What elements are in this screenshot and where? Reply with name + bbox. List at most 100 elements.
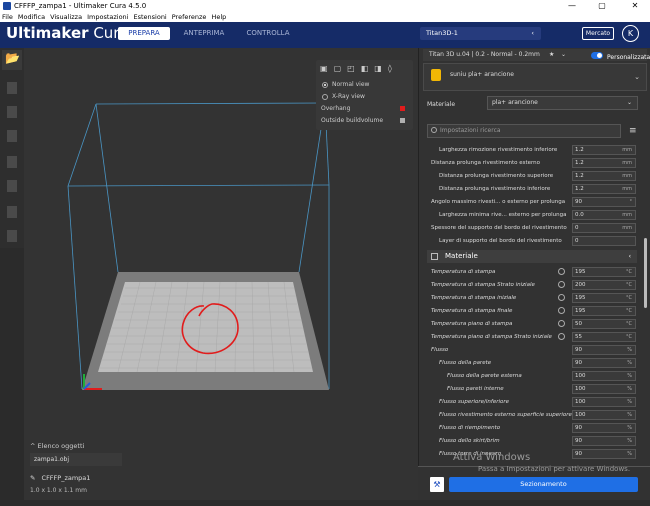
setting-value-field[interactable]: 1.2 mm (572, 184, 636, 194)
setting-value-field[interactable]: 0 (572, 236, 636, 246)
front-view-icon[interactable]: ▢ (334, 64, 342, 73)
setting-value-field[interactable]: 0.0 mm (572, 210, 636, 220)
custom-mode-toggle[interactable] (591, 52, 603, 59)
setting-row: Temperatura di stampa Strato iniziale 200… (427, 279, 637, 291)
setting-value-field[interactable]: 50 °C (572, 319, 636, 329)
linked-setting-icon[interactable] (558, 307, 565, 314)
auto-slice-settings-icon[interactable]: ⚒ (430, 477, 444, 492)
object-list-item[interactable]: zampa1.obj (30, 453, 122, 466)
scale-tool[interactable] (2, 102, 22, 122)
setting-value-field[interactable]: 1.2 mm (572, 145, 636, 155)
menu-modifica[interactable]: Modifica (18, 13, 45, 21)
tab-anteprima[interactable]: ANTEPRIMA (178, 27, 230, 40)
chevron-icon: ‹ (628, 253, 631, 260)
setting-row: Flusso di riempimento 90% (427, 422, 637, 434)
support-blocker-tool[interactable] (2, 202, 22, 222)
move-tool[interactable] (2, 78, 22, 98)
linked-setting-icon[interactable] (558, 320, 565, 327)
menu-file[interactable]: File (2, 13, 13, 21)
tab-controlla[interactable]: CONTROLLA (240, 27, 296, 40)
setting-value: 1.2 (575, 186, 584, 192)
app-header: Ultimaker Cura PREPARA ANTEPRIMA CONTROL… (0, 22, 650, 44)
slice-button[interactable]: Sezionamento (449, 477, 638, 492)
tab-prepara[interactable]: PREPARA (118, 27, 170, 40)
top-view-icon[interactable]: ◰ (347, 64, 355, 73)
setting-value-field[interactable]: 0 mm (572, 223, 636, 233)
setting-unit: ° (629, 199, 633, 205)
setting-value-field[interactable]: 90 ° (572, 197, 636, 207)
setting-row: Distanza prolunga rivestimento superiore… (427, 170, 637, 182)
chevron-left-icon: ‹ (531, 29, 534, 37)
setting-value-field[interactable]: 1.2 mm (572, 171, 636, 181)
setting-value-field[interactable]: 90% (572, 345, 636, 355)
close-button[interactable]: ✕ (625, 0, 645, 12)
material-dropdown[interactable]: pla+ arancione ⌄ (487, 96, 638, 110)
setting-value-field[interactable]: 195 °C (572, 293, 636, 303)
settings-scrollbar[interactable] (644, 238, 647, 308)
mirror-tool[interactable] (2, 152, 22, 172)
menu-visualizza[interactable]: Visualizza (50, 13, 82, 21)
print-profile-selector[interactable]: Titan 3D u.04 | 0.2 - Normal - 0.2mm ★ ⌄… (423, 49, 650, 61)
setting-unit: °C (626, 269, 632, 275)
search-icon (431, 127, 437, 133)
setting-value: 100 (575, 399, 586, 405)
setting-label: Angolo massimo rivesti... o esterno per … (431, 199, 566, 205)
setting-value-field[interactable]: 100% (572, 384, 636, 394)
setting-value-field[interactable]: 100% (572, 397, 636, 407)
menu-preferenze[interactable]: Preferenze (172, 13, 207, 21)
menu-estensioni[interactable]: Estensioni (133, 13, 166, 21)
marketplace-button[interactable]: Mercato (582, 27, 614, 40)
job-name[interactable]: CFFFP_zampa1 (42, 474, 91, 482)
setting-row: Flusso della parete 90% (427, 357, 637, 369)
eye-icon[interactable]: ◊ (388, 64, 392, 73)
setting-unit: mm (622, 147, 632, 153)
rotate-tool[interactable] (2, 126, 22, 146)
3d-view-icon[interactable]: ▣ (320, 64, 328, 73)
setting-unit: mm (622, 186, 632, 192)
setting-unit: % (627, 425, 632, 431)
setting-value-field[interactable]: 55 °C (572, 332, 636, 342)
linked-setting-icon[interactable] (558, 281, 565, 288)
setting-value-field[interactable]: 90% (572, 449, 636, 459)
setting-unit: mm (622, 225, 632, 231)
maximize-button[interactable]: ▢ (592, 0, 612, 12)
linked-setting-icon[interactable] (558, 294, 565, 301)
setting-value-field[interactable]: 100% (572, 371, 636, 381)
menu-help[interactable]: Help (211, 13, 226, 21)
layflat-tool[interactable] (2, 226, 22, 246)
setting-value-field[interactable]: 90% (572, 358, 636, 368)
setting-value-field[interactable]: 195 °C (572, 267, 636, 277)
open-file-button[interactable]: 📂 (2, 50, 22, 70)
setting-value-field[interactable]: 90% (572, 436, 636, 446)
star-icon[interactable]: ★ (549, 49, 554, 61)
linked-setting-icon[interactable] (558, 268, 565, 275)
menu-impostazioni[interactable]: Impostazioni (87, 13, 128, 21)
setting-value-field[interactable]: 200 °C (572, 280, 636, 290)
minimize-button[interactable]: — (562, 0, 582, 12)
printer-selector[interactable]: Titan3D-1 ‹ (420, 27, 541, 40)
menubar: File Modifica Visualizza Impostazioni Es… (0, 12, 650, 22)
account-avatar[interactable]: K (622, 25, 639, 42)
setting-value-field[interactable]: 1.2 mm (572, 158, 636, 168)
section-header-materiale[interactable]: Materiale ‹ (427, 250, 637, 263)
settings-visibility-menu-icon[interactable]: ≡ (629, 126, 637, 136)
xray-view-radio[interactable] (322, 94, 328, 100)
right-view-icon[interactable]: ◨ (374, 64, 382, 73)
chevron-down-icon: ⌄ (561, 51, 567, 58)
setting-value-field[interactable]: 90% (572, 423, 636, 433)
normal-view-radio[interactable] (322, 82, 328, 88)
xray-view-label: X-Ray view (332, 93, 365, 100)
chevron-down-icon: ⌄ (634, 73, 640, 81)
setting-value-field[interactable]: 100% (572, 410, 636, 420)
pencil-icon[interactable]: ✎ (30, 474, 35, 482)
settings-search-input[interactable]: Impostazioni ricerca (427, 124, 621, 138)
setting-value: 100 (575, 386, 586, 392)
object-list-header[interactable]: ^ Elenco oggetti (30, 442, 84, 450)
extruder-material-card[interactable]: suniu pla+ arancione ⌄ (423, 63, 647, 91)
layflat-icon (7, 230, 17, 242)
left-view-icon[interactable]: ◧ (361, 64, 369, 73)
linked-setting-icon[interactable] (558, 333, 565, 340)
setting-value-field[interactable]: 195 °C (572, 306, 636, 316)
per-model-settings-tool[interactable] (2, 176, 22, 196)
setting-row: Larghezza minima rive... esterno per pro… (427, 209, 637, 221)
